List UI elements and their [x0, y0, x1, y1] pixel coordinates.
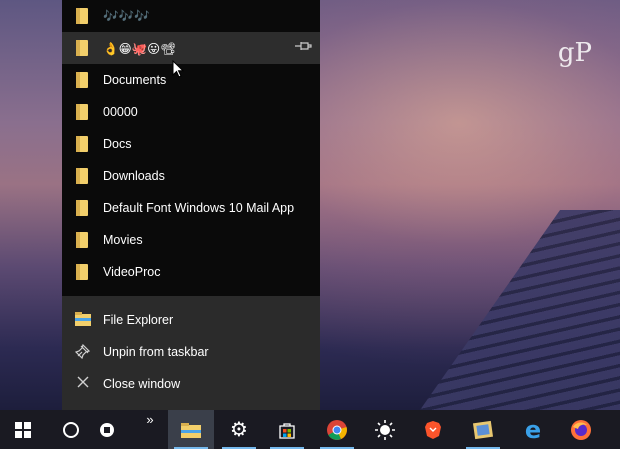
- windows-start-icon: [15, 421, 31, 438]
- jump-list-item[interactable]: Documents: [62, 64, 320, 96]
- jump-list-item[interactable]: 🎶🎶🎶: [62, 0, 320, 32]
- jump-list-item-label: Docs: [103, 137, 132, 151]
- taskbar: » ⚙ e: [0, 410, 620, 449]
- folder-icon: [76, 72, 88, 88]
- folder-icon: [76, 232, 88, 248]
- edge-icon: e: [524, 415, 542, 444]
- firefox-icon: [571, 419, 591, 440]
- file-explorer-icon: [74, 311, 92, 329]
- jump-list-item-label: Default Font Windows 10 Mail App: [103, 201, 295, 215]
- jump-list-item[interactable]: Downloads: [62, 160, 320, 192]
- chrome-taskbar-button[interactable]: [314, 410, 360, 449]
- jump-list-item-label: Documents: [103, 73, 167, 87]
- file-explorer-label: File Explorer: [103, 313, 174, 327]
- watermark-logo: gP: [557, 38, 592, 68]
- settings-taskbar-button[interactable]: ⚙: [216, 410, 262, 449]
- folder-icon: [76, 200, 88, 216]
- jump-list-item-label: 00000: [103, 105, 138, 119]
- task-view-icon: [100, 422, 114, 437]
- unpin-task[interactable]: Unpin from taskbar: [62, 336, 320, 368]
- mouse-cursor-icon: [172, 60, 184, 78]
- firefox-taskbar-button[interactable]: [558, 410, 604, 449]
- folder-icon: [76, 168, 88, 184]
- wallpaper-dock: [420, 210, 620, 410]
- chrome-icon: [327, 419, 347, 440]
- store-icon: [279, 422, 295, 439]
- task-view-button[interactable]: [84, 410, 130, 449]
- brave-taskbar-button[interactable]: [410, 410, 456, 449]
- close-window-task[interactable]: Close window: [62, 368, 320, 400]
- folder-icon: [76, 264, 88, 280]
- settings-gear-icon: ⚙: [230, 419, 248, 441]
- store-taskbar-button[interactable]: [264, 410, 310, 449]
- jump-list-recent: 🎶🎶🎶 👌😁🐙😛📽 Documents 00000 Docs Downloads: [62, 0, 320, 296]
- close-window-label: Close window: [103, 377, 181, 391]
- jump-list-item[interactable]: Docs: [62, 128, 320, 160]
- weather-taskbar-button[interactable]: [362, 410, 408, 449]
- close-icon: [74, 375, 92, 393]
- jump-list-item-label: 🎶🎶🎶: [103, 9, 150, 23]
- unpin-label: Unpin from taskbar: [103, 345, 209, 359]
- folder-icon: [76, 8, 88, 24]
- jump-list-item[interactable]: Default Font Windows 10 Mail App: [62, 192, 320, 224]
- cortana-search-icon: [63, 421, 79, 438]
- folder-icon: [76, 104, 88, 120]
- jump-list-item[interactable]: VideoProc: [62, 256, 320, 288]
- overflow-button[interactable]: »: [130, 410, 170, 449]
- file-explorer-icon: [181, 422, 201, 438]
- start-button[interactable]: [0, 410, 46, 449]
- jump-list-item-label: VideoProc: [103, 265, 161, 279]
- jump-list-item-label: Movies: [103, 233, 143, 247]
- jump-list-item[interactable]: Movies: [62, 224, 320, 256]
- jump-list-item-label: 👌😁🐙😛📽: [103, 42, 177, 56]
- weather-sun-icon: [375, 419, 395, 440]
- jump-list-item[interactable]: 👌😁🐙😛📽: [62, 32, 320, 64]
- overflow-chevron-icon: »: [146, 412, 154, 427]
- edge-taskbar-button[interactable]: e: [510, 410, 556, 449]
- jump-list: 🎶🎶🎶 👌😁🐙😛📽 Documents 00000 Docs Downloads: [62, 0, 320, 410]
- brave-icon: [425, 420, 441, 439]
- photos-app-icon: [472, 420, 494, 439]
- jump-list-item-label: Downloads: [103, 169, 165, 183]
- pin-icon[interactable]: [294, 40, 312, 55]
- folder-icon: [76, 40, 88, 56]
- photos-taskbar-button[interactable]: [460, 410, 506, 449]
- unpin-icon: [74, 343, 92, 361]
- file-explorer-task[interactable]: File Explorer: [62, 304, 320, 336]
- jump-list-tasks: File Explorer Unpin from taskbar Close w…: [62, 296, 320, 410]
- file-explorer-taskbar-button[interactable]: [168, 410, 214, 449]
- folder-icon: [76, 136, 88, 152]
- jump-list-item[interactable]: 00000: [62, 96, 320, 128]
